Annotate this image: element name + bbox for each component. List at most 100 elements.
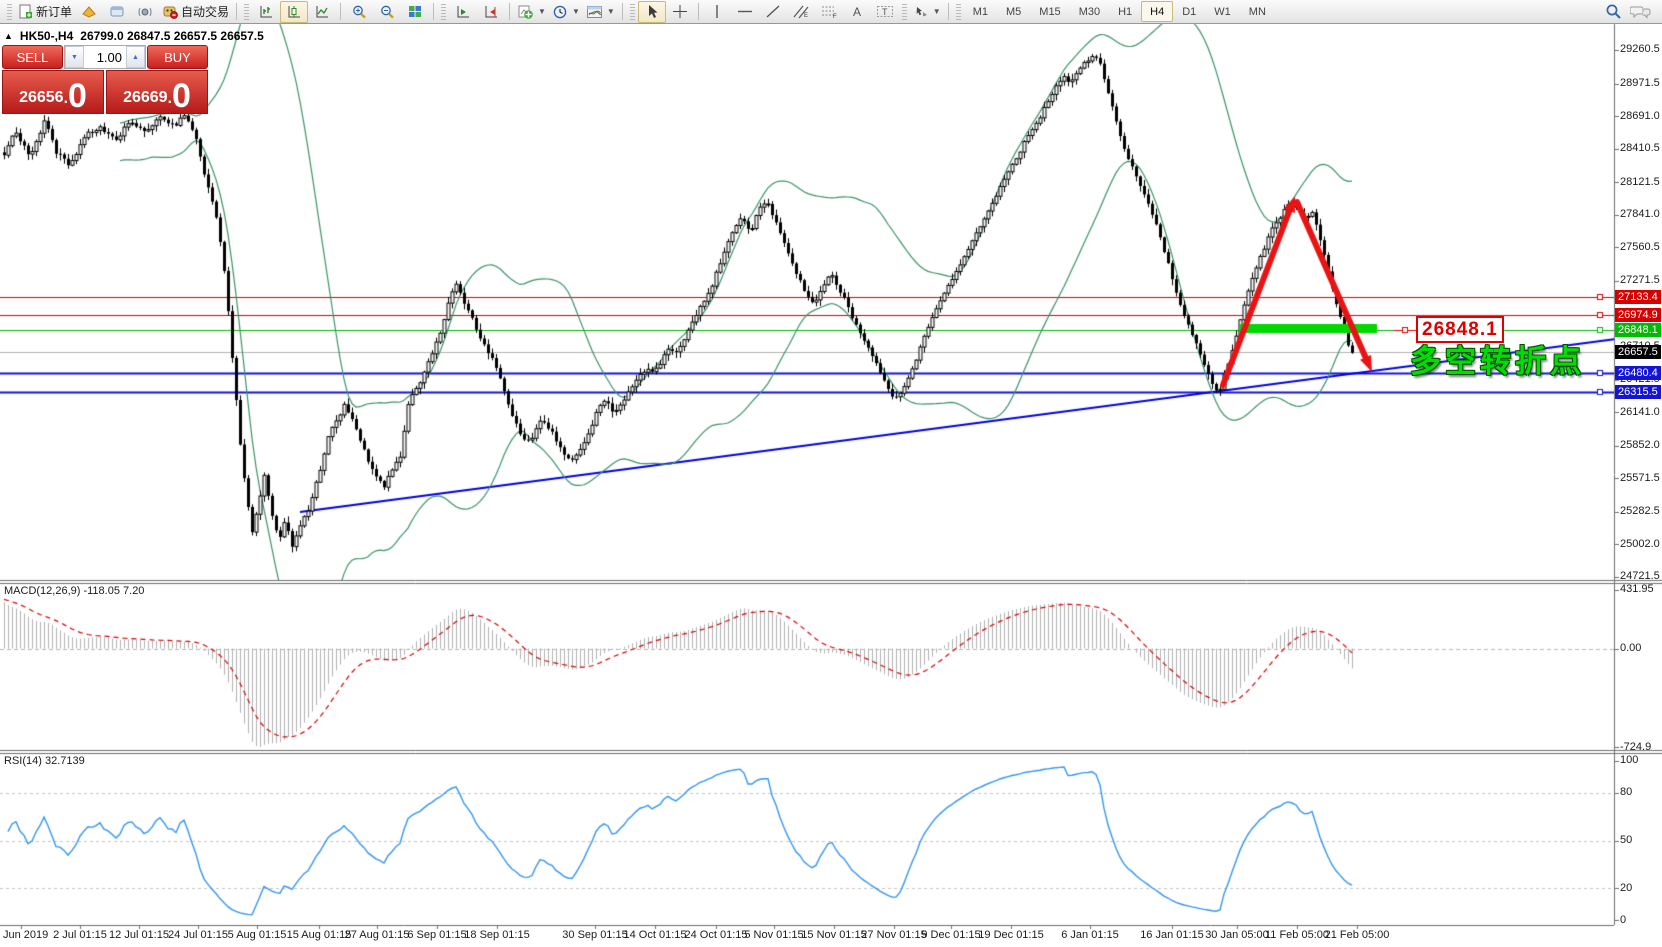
toolbar-grip[interactable] [244,4,249,20]
text-button[interactable]: A [843,1,871,23]
search-icon[interactable] [1605,3,1622,20]
sell-price-big-digit: 0 [68,81,87,111]
sell-price-main: 26656 [19,88,64,108]
volume-input[interactable]: 1.00 [84,46,126,68]
horizontal-line-icon [737,4,753,19]
timeframe-button-H4[interactable]: H4 [1141,1,1173,22]
new-order-icon [18,4,33,19]
chat-icon[interactable] [1630,4,1652,20]
equidistant-channel-icon: E [792,4,810,19]
timeframe-button-M1[interactable]: M1 [964,1,997,22]
chart-canvas[interactable] [0,0,1662,947]
collapse-arrow-icon[interactable]: ▲ [4,31,13,41]
toolbar-separator [622,3,623,20]
text-label-button[interactable]: T [871,1,899,23]
fibonacci-icon: F [820,4,838,19]
timeframe-group: M1M5M15M30H1H4D1W1MN [964,1,1275,22]
timeframe-button-D1[interactable]: D1 [1173,1,1205,22]
templates-button[interactable]: ▼ [583,1,618,23]
toolbar-separator [433,3,434,20]
toolbar-grip[interactable] [7,4,12,20]
toolbar: 新订单 自动交易 [0,0,1662,24]
trendline-icon [765,4,781,19]
timeframe-button-M30[interactable]: M30 [1070,1,1109,22]
timeframe-button-W1[interactable]: W1 [1205,1,1240,22]
timeframe-button-M5[interactable]: M5 [997,1,1030,22]
buy-price-main: 26669 [123,88,168,108]
chart-header: ▲ HK50-,H4 26799.0 26847.5 26657.5 26657… [4,29,264,43]
zoom-out-icon [379,4,395,20]
new-order-label: 新订单 [36,3,72,20]
zoom-in-button[interactable] [345,1,373,23]
text-icon: A [850,4,864,19]
candlestick-icon [286,4,302,19]
auto-trading-label: 自动交易 [181,3,229,20]
arrows-button[interactable]: ▼ [910,1,944,23]
cursor-button[interactable] [638,1,666,23]
indicators-button[interactable]: ▼ [514,1,549,23]
timeframe-button-H1[interactable]: H1 [1109,1,1141,22]
svg-text:F: F [833,14,837,19]
equidistant-channel-button[interactable]: E [787,1,815,23]
indicators-icon [517,4,534,20]
market-watch-icon [81,4,97,19]
chart-shift-icon [483,4,499,19]
symbol-period-label: HK50-,H4 [20,29,73,43]
signals-icon [137,4,153,19]
toolbar-grip[interactable] [902,4,907,20]
tile-windows-button[interactable] [401,1,429,23]
toolbar-grip[interactable] [630,4,635,20]
horizontal-line-button[interactable] [731,1,759,23]
buy-price-button[interactable]: 26669.0 [106,70,208,114]
one-click-trading-panel: SELL ▼ 1.00 ▲ BUY 26656.0 26669.0 [2,45,208,114]
auto-scroll-button[interactable] [449,1,477,23]
fibonacci-button[interactable]: F [815,1,843,23]
toolbar-grip[interactable] [441,4,446,20]
crosshair-button[interactable] [666,1,694,23]
ohlc-values: 26799.0 26847.5 26657.5 26657.5 [80,29,264,43]
trendline-button[interactable] [759,1,787,23]
cursor-icon [645,4,659,19]
toolbar-separator [948,3,949,20]
svg-text:A: A [853,5,861,19]
toolbar-separator [236,3,237,20]
auto-trading-button[interactable]: 自动交易 [159,1,232,23]
volume-decrease-button[interactable]: ▼ [65,46,84,68]
line-chart-button[interactable] [308,1,336,23]
buy-button[interactable]: BUY [147,45,208,69]
toolbar-grip[interactable] [956,4,961,20]
sell-price-button[interactable]: 26656.0 [2,70,104,114]
volume-increase-button[interactable]: ▲ [126,46,145,68]
zoom-in-icon [351,4,367,20]
candlestick-button[interactable] [280,1,308,23]
toolbar-separator [698,3,699,20]
dropdown-caret-icon: ▼ [607,7,615,16]
text-label-icon: T [876,4,894,19]
toolbar-separator [509,3,510,20]
new-order-button[interactable]: 新订单 [15,1,75,23]
vertical-line-icon [711,4,723,19]
chinese-annotation-text[interactable]: 多空转折点 [1410,336,1585,381]
dropdown-caret-icon: ▼ [538,7,546,16]
auto-scroll-icon [455,4,471,19]
vertical-line-button[interactable] [703,1,731,23]
zoom-out-button[interactable] [373,1,401,23]
navigator-icon [109,4,125,19]
auto-trading-icon [162,4,178,19]
sell-button[interactable]: SELL [2,45,63,69]
timeframe-button-M15[interactable]: M15 [1030,1,1069,22]
crosshair-icon [672,4,688,19]
bar-chart-button[interactable] [252,1,280,23]
templates-icon [586,5,603,19]
periods-button[interactable]: ▼ [549,1,583,23]
chart-shift-button[interactable] [477,1,505,23]
signals-button[interactable] [131,1,159,23]
toolbar-separator [340,3,341,20]
market-watch-button[interactable] [75,1,103,23]
navigator-button[interactable] [103,1,131,23]
svg-text:E: E [804,13,808,19]
volume-control: ▼ 1.00 ▲ [64,45,146,69]
arrows-icon [913,4,929,19]
svg-text:T: T [882,7,888,17]
timeframe-button-MN[interactable]: MN [1240,1,1275,22]
